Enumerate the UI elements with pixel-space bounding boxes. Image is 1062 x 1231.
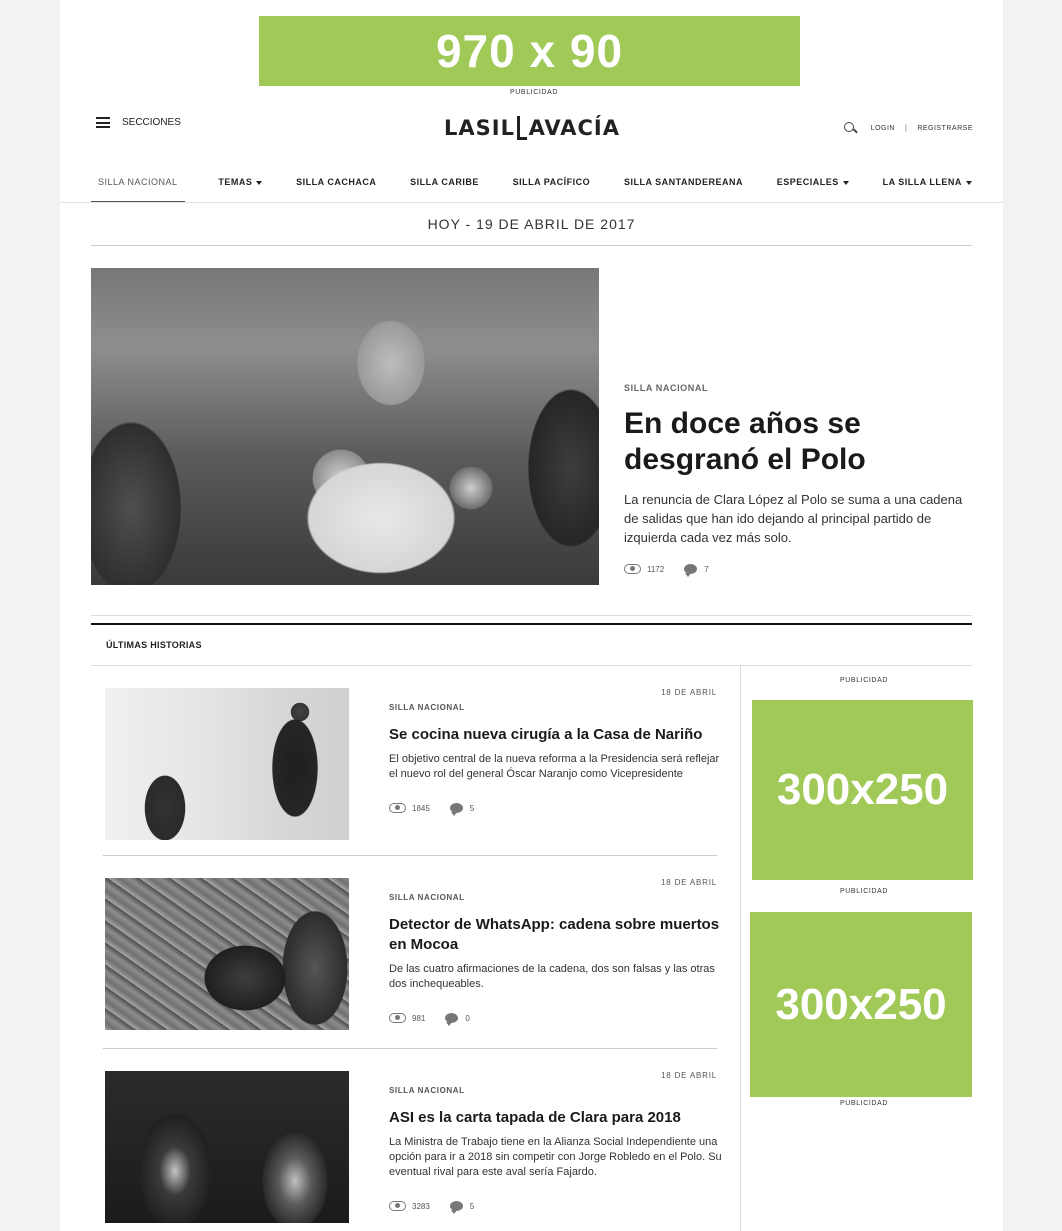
page: 970 x 90 PUBLICIDAD SECCIONES LASIL AVAC…: [60, 0, 1003, 1231]
story-summary: La Ministra de Trabajo tiene en la Alian…: [389, 1136, 722, 1178]
ad-note: PUBLICIDAD: [840, 1100, 889, 1107]
story-item: 18 DE ABRIL SILLA NACIONAL ASI es la car…: [103, 1071, 722, 1231]
nav-label: SILLA SANTANDEREANA: [623, 177, 743, 187]
story-summary: De las cuatro afirmaciones de la cadena,…: [389, 963, 715, 990]
sections-menu-button[interactable]: SECCIONES: [96, 117, 181, 128]
link-separator: |: [904, 125, 908, 132]
feature-section-label[interactable]: SILLA NACIONAL: [624, 383, 708, 393]
ad-note: PUBLICIDAD: [510, 89, 559, 96]
story-date: 18 DE ABRIL: [661, 688, 717, 697]
story-headline[interactable]: Se cocina nueva cirugía a la Casa de Nar…: [389, 725, 729, 745]
eye-icon: [624, 564, 641, 574]
nav-label: SILLA NACIONAL: [98, 177, 178, 187]
divider: [103, 855, 717, 856]
comment-icon[interactable]: [684, 564, 698, 577]
view-count: 3283: [412, 1201, 430, 1211]
story-item: 18 DE ABRIL SILLA NACIONAL Se cocina nue…: [103, 688, 719, 848]
story-section-label[interactable]: SILLA NACIONAL: [389, 1086, 465, 1095]
feature-stats: 1172 7: [624, 564, 709, 577]
feature-headline[interactable]: En doce años se desgranó el Polo: [624, 406, 954, 478]
nav-label: SILLA CARIBE: [410, 177, 479, 187]
nav-silla-pacifico[interactable]: SILLA PACÍFICO: [513, 170, 591, 203]
divider: [103, 1048, 717, 1049]
comment-icon[interactable]: [449, 1201, 463, 1214]
story-stats: 3283 5: [389, 1201, 475, 1214]
comment-icon[interactable]: [449, 803, 463, 816]
eye-icon: [389, 803, 406, 813]
view-count: 1845: [412, 803, 430, 813]
nav-label: ESPECIALES: [776, 177, 839, 187]
nav-label: SILLA PACÍFICO: [512, 177, 591, 187]
nav-label: LA SILLA LLENA: [882, 177, 962, 187]
eye-icon: [389, 1013, 406, 1023]
account-links: LOGIN | REGISTRARSE: [843, 122, 973, 135]
login-link[interactable]: LOGIN: [871, 125, 895, 132]
story-image[interactable]: [105, 878, 349, 1030]
story-date: 18 DE ABRIL: [661, 1071, 717, 1080]
nav-temas[interactable]: TEMAS: [218, 170, 263, 203]
nav-silla-cachaca[interactable]: SILLA CACHACA: [296, 170, 376, 203]
divider: [91, 615, 972, 616]
view-count: 1172: [647, 564, 665, 574]
view-count: 981: [412, 1013, 426, 1023]
top-banner-ad[interactable]: 970 x 90: [259, 16, 800, 86]
story-stats: 1845 5: [389, 803, 475, 816]
section-divider: [91, 623, 972, 625]
latest-stories-heading: ÚLTIMAS HISTORIAS: [106, 640, 202, 650]
comment-count: 5: [469, 1201, 475, 1211]
nav-especiales[interactable]: ESPECIALES: [777, 170, 849, 203]
story-section-label[interactable]: SILLA NACIONAL: [389, 703, 465, 712]
register-link[interactable]: REGISTRARSE: [917, 125, 973, 132]
story-summary: El objetivo central de la nueva reforma …: [389, 753, 720, 780]
nav-label: TEMAS: [218, 177, 253, 187]
column-divider: [740, 665, 741, 1231]
feature-image[interactable]: [91, 268, 599, 585]
story-stats: 981 0: [389, 1013, 470, 1026]
eye-icon: [389, 1201, 406, 1211]
story-date: 18 DE ABRIL: [661, 878, 717, 887]
comment-count: 0: [465, 1013, 470, 1023]
feature-summary: La renuncia de Clara López al Polo se su…: [624, 492, 963, 545]
divider: [91, 665, 972, 666]
caret-down-icon: [842, 180, 849, 185]
hamburger-icon: [96, 117, 110, 128]
logo-text-part2: AVACÍA: [528, 116, 620, 140]
story-section-label[interactable]: SILLA NACIONAL: [389, 893, 465, 902]
search-icon[interactable]: [843, 122, 857, 135]
sidebar-ad-1[interactable]: 300x250: [752, 700, 973, 880]
story-headline[interactable]: ASI es la carta tapada de Clara para 201…: [389, 1108, 729, 1128]
comment-count: 5: [469, 803, 475, 813]
chair-logo-icon: [516, 116, 527, 140]
divider: [60, 202, 1003, 203]
caret-down-icon: [965, 180, 972, 185]
caret-down-icon: [256, 180, 263, 185]
nav-label: SILLA CACHACA: [296, 177, 377, 187]
nav-silla-caribe[interactable]: SILLA CARIBE: [410, 170, 479, 203]
story-image[interactable]: [105, 688, 349, 840]
main-nav: SILLA NACIONAL TEMAS SILLA CACHACA SILLA…: [91, 170, 972, 203]
comment-count: 7: [704, 564, 709, 574]
logo-text-part1: LASIL: [444, 116, 515, 140]
site-logo[interactable]: LASIL AVACÍA: [444, 112, 620, 144]
current-date: HOY - 19 DE ABRIL DE 2017: [427, 216, 636, 232]
story-item: 18 DE ABRIL SILLA NACIONAL Detector de W…: [103, 878, 719, 1038]
nav-silla-santandereana[interactable]: SILLA SANTANDEREANA: [624, 170, 743, 203]
sections-menu-label: SECCIONES: [122, 117, 181, 128]
ad-note: PUBLICIDAD: [840, 677, 889, 684]
story-headline[interactable]: Detector de WhatsApp: cadena sobre muert…: [389, 915, 729, 955]
story-image[interactable]: [105, 1071, 349, 1223]
nav-silla-nacional[interactable]: SILLA NACIONAL: [91, 170, 185, 203]
nav-la-silla-llena[interactable]: LA SILLA LLENA: [883, 170, 972, 203]
divider: [91, 245, 972, 246]
sidebar-ad-2[interactable]: 300x250: [750, 912, 972, 1097]
ad-note: PUBLICIDAD: [840, 888, 889, 895]
comment-icon[interactable]: [445, 1013, 459, 1026]
